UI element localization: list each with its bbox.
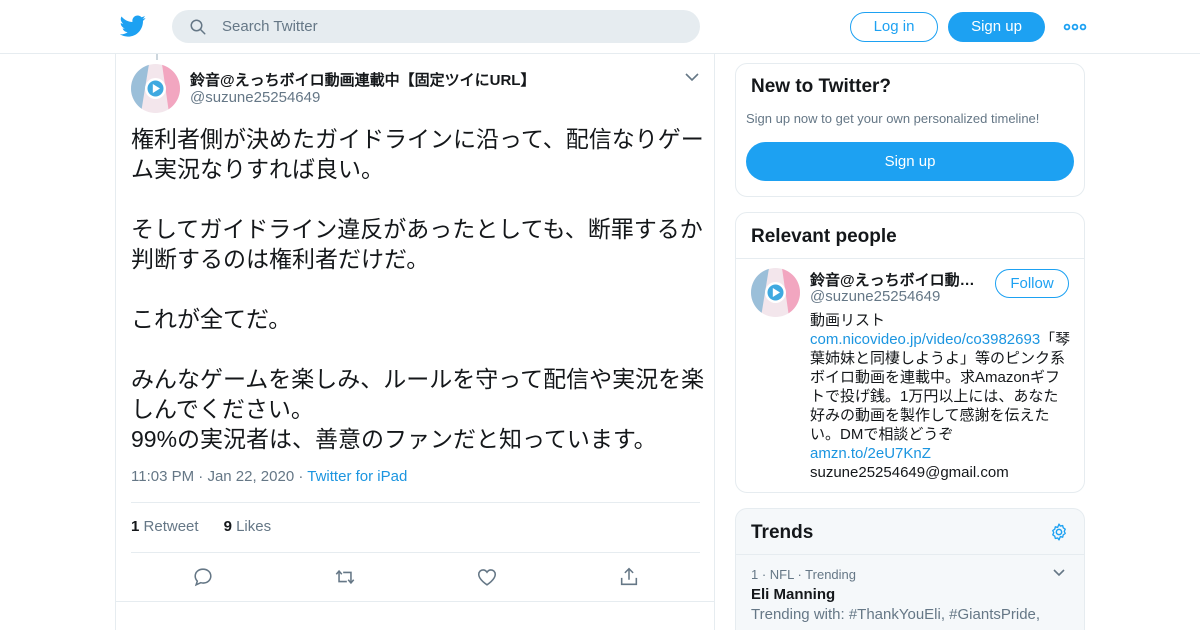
avatar-image xyxy=(751,268,800,317)
tweet-source-link[interactable]: Twitter for iPad xyxy=(307,468,407,485)
divider xyxy=(131,502,700,503)
retweets-stat[interactable]: 1 Retweet xyxy=(131,518,199,535)
relevant-people-card: Relevant people 鈴音@えっちボイロ動画連載中【固定ツイにURL】… xyxy=(735,212,1085,493)
likes-label: Likes xyxy=(236,518,272,535)
meta-separator: · xyxy=(198,468,204,485)
tweet-timestamp: 11:03 PM · Jan 22, 2020 · Twitter for iP… xyxy=(131,468,407,485)
trend-meta: 1 · NFL · Trending xyxy=(751,567,857,582)
person-bio: 動画リスト com.nicovideo.jp/video/co3982693「琴… xyxy=(810,311,1072,482)
tweet-stats: 1 Retweet 9 Likes xyxy=(131,518,271,535)
tweet-text: 権利者側が決めたガイドラインに沿って、配信なりゲーム実況なりすれば良い。 そして… xyxy=(131,126,705,452)
gear-icon[interactable] xyxy=(1049,522,1069,542)
signup-button[interactable]: Sign up xyxy=(948,12,1045,42)
like-heart-icon[interactable] xyxy=(476,566,498,588)
card-title: New to Twitter? xyxy=(751,76,892,97)
reply-icon[interactable] xyxy=(192,566,214,588)
trends-card: Trends 1 · NFL · Trending Eli Manning Tr… xyxy=(735,508,1085,630)
person-handle[interactable]: @suzune25254649 xyxy=(810,288,940,305)
thread-line xyxy=(156,54,158,60)
meta-separator: · xyxy=(298,468,304,485)
bio-text: 動画リスト xyxy=(810,312,886,329)
bio-email: suzune25254649@gmail.com xyxy=(810,464,1009,481)
likes-stat[interactable]: 9 Likes xyxy=(224,518,272,535)
bio-link[interactable]: com.nicovideo.jp/video/co3982693 xyxy=(810,331,1040,348)
divider xyxy=(131,552,700,553)
divider xyxy=(736,258,1084,259)
likes-count: 9 xyxy=(223,518,232,535)
more-dots-icon[interactable] xyxy=(1063,18,1087,36)
card-subtitle: Sign up now to get your own personalized… xyxy=(746,111,1040,126)
new-to-twitter-card: New to Twitter? Sign up now to get your … xyxy=(735,63,1085,197)
retweets-count: 1 xyxy=(131,518,140,535)
top-navigation-bar: Search Twitter Log in Sign up xyxy=(0,0,1200,54)
signup-card-button[interactable]: Sign up xyxy=(746,142,1074,181)
retweet-icon[interactable] xyxy=(334,566,356,588)
tweet-author-handle[interactable]: @suzune25254649 xyxy=(190,89,320,106)
person-name[interactable]: 鈴音@えっちボイロ動画連載中【固定ツイにURL】 xyxy=(810,269,980,290)
tweet-column: 鈴音@えっちボイロ動画連載中【固定ツイにURL】 @suzune25254649… xyxy=(115,54,715,630)
chevron-down-icon[interactable] xyxy=(684,70,700,84)
trend-name: Eli Manning xyxy=(751,586,836,603)
follow-button[interactable]: Follow xyxy=(995,269,1069,298)
divider xyxy=(736,554,1084,555)
card-title: Relevant people xyxy=(751,226,897,247)
search-placeholder: Search Twitter xyxy=(222,18,318,35)
avatar[interactable] xyxy=(751,268,800,317)
trend-related: Trending with: #ThankYouEli, #GiantsPrid… xyxy=(751,606,1041,623)
chevron-down-icon[interactable] xyxy=(1052,567,1066,579)
tweet-time[interactable]: 11:03 PM xyxy=(131,468,194,485)
share-icon[interactable] xyxy=(618,566,640,588)
tweet-author-name[interactable]: 鈴音@えっちボイロ動画連載中【固定ツイにURL】 xyxy=(190,69,535,90)
search-icon xyxy=(190,19,206,35)
divider xyxy=(116,601,714,602)
avatar[interactable] xyxy=(131,64,180,113)
login-button[interactable]: Log in xyxy=(850,12,938,42)
twitter-bird-icon[interactable] xyxy=(120,13,146,39)
card-title: Trends xyxy=(751,522,814,543)
bio-link[interactable]: amzn.to/2eU7KnZ xyxy=(810,445,931,462)
retweets-label: Retweet xyxy=(143,518,199,535)
tweet-date[interactable]: Jan 22, 2020 xyxy=(207,468,294,485)
search-bar[interactable]: Search Twitter xyxy=(172,10,700,43)
avatar-image xyxy=(131,64,180,113)
